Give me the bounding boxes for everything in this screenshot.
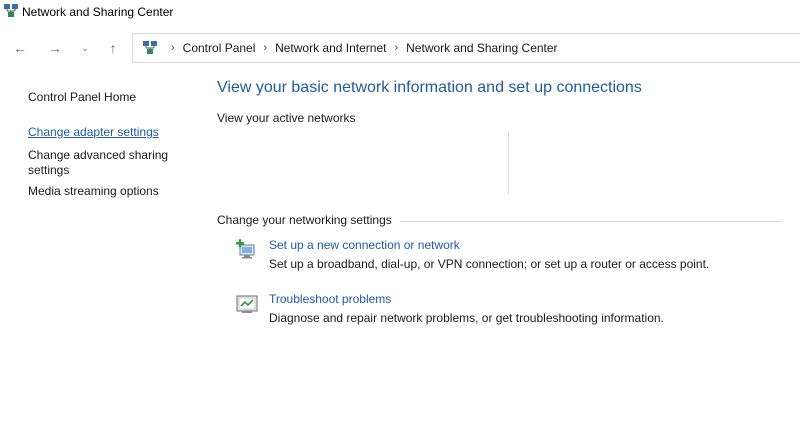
back-button[interactable]: ←	[11, 38, 29, 58]
media-streaming-options-link[interactable]: Media streaming options	[28, 184, 188, 199]
breadcrumb-separator[interactable]: ›	[394, 42, 398, 54]
address-bar[interactable]: › Control Panel › Network and Internet ›…	[132, 33, 800, 63]
setup-new-connection-link[interactable]: Set up a new connection or network	[269, 238, 460, 252]
setup-new-connection-description: Set up a broadband, dial-up, or VPN conn…	[269, 257, 710, 271]
page-title: View your basic network information and …	[217, 79, 642, 96]
active-networks-section: View your active networks	[217, 111, 781, 125]
troubleshoot-problems-link[interactable]: Troubleshoot problems	[269, 292, 391, 306]
change-settings-section: Change your networking settings	[217, 213, 781, 227]
arrow-right-icon: →	[48, 40, 62, 56]
breadcrumb-network-and-sharing-center[interactable]: Network and Sharing Center	[406, 41, 557, 55]
arrow-left-icon: ←	[13, 40, 27, 56]
troubleshoot-problems-description: Diagnose and repair network problems, or…	[269, 311, 664, 325]
breadcrumb-separator[interactable]: ›	[263, 42, 267, 54]
change-settings-heading: Change your networking settings	[217, 213, 392, 227]
change-advanced-sharing-link[interactable]: Change advanced sharing settings	[28, 148, 188, 178]
active-networks-divider	[508, 132, 509, 194]
network-center-icon	[143, 41, 157, 55]
section-divider	[399, 220, 781, 222]
main-content: View your basic network information and …	[216, 66, 800, 448]
chevron-down-icon: ⌄	[81, 42, 89, 53]
breadcrumb-network-and-internet[interactable]: Network and Internet	[275, 41, 386, 55]
recent-locations-button[interactable]: ⌄	[76, 38, 94, 58]
active-networks-heading: View your active networks	[217, 111, 356, 125]
forward-button[interactable]: →	[46, 38, 64, 58]
window-title: Network and Sharing Center	[22, 5, 174, 19]
breadcrumb-separator[interactable]: ›	[171, 42, 175, 54]
up-button[interactable]: ↑	[104, 38, 122, 58]
network-center-icon	[4, 4, 18, 18]
breadcrumb-control-panel[interactable]: Control Panel	[183, 41, 256, 55]
control-panel-home-link[interactable]: Control Panel Home	[28, 90, 188, 105]
change-adapter-settings-link[interactable]: Change adapter settings	[28, 125, 188, 140]
troubleshoot-icon[interactable]	[236, 293, 258, 315]
left-pane: Control Panel Home Change adapter settin…	[0, 66, 200, 448]
navigation-bar: ← → ⌄ ↑ › Control Panel › Network and In…	[0, 30, 800, 66]
title-bar: Network and Sharing Center	[0, 0, 800, 26]
arrow-up-icon: ↑	[109, 40, 117, 56]
new-connection-icon[interactable]	[236, 239, 258, 261]
